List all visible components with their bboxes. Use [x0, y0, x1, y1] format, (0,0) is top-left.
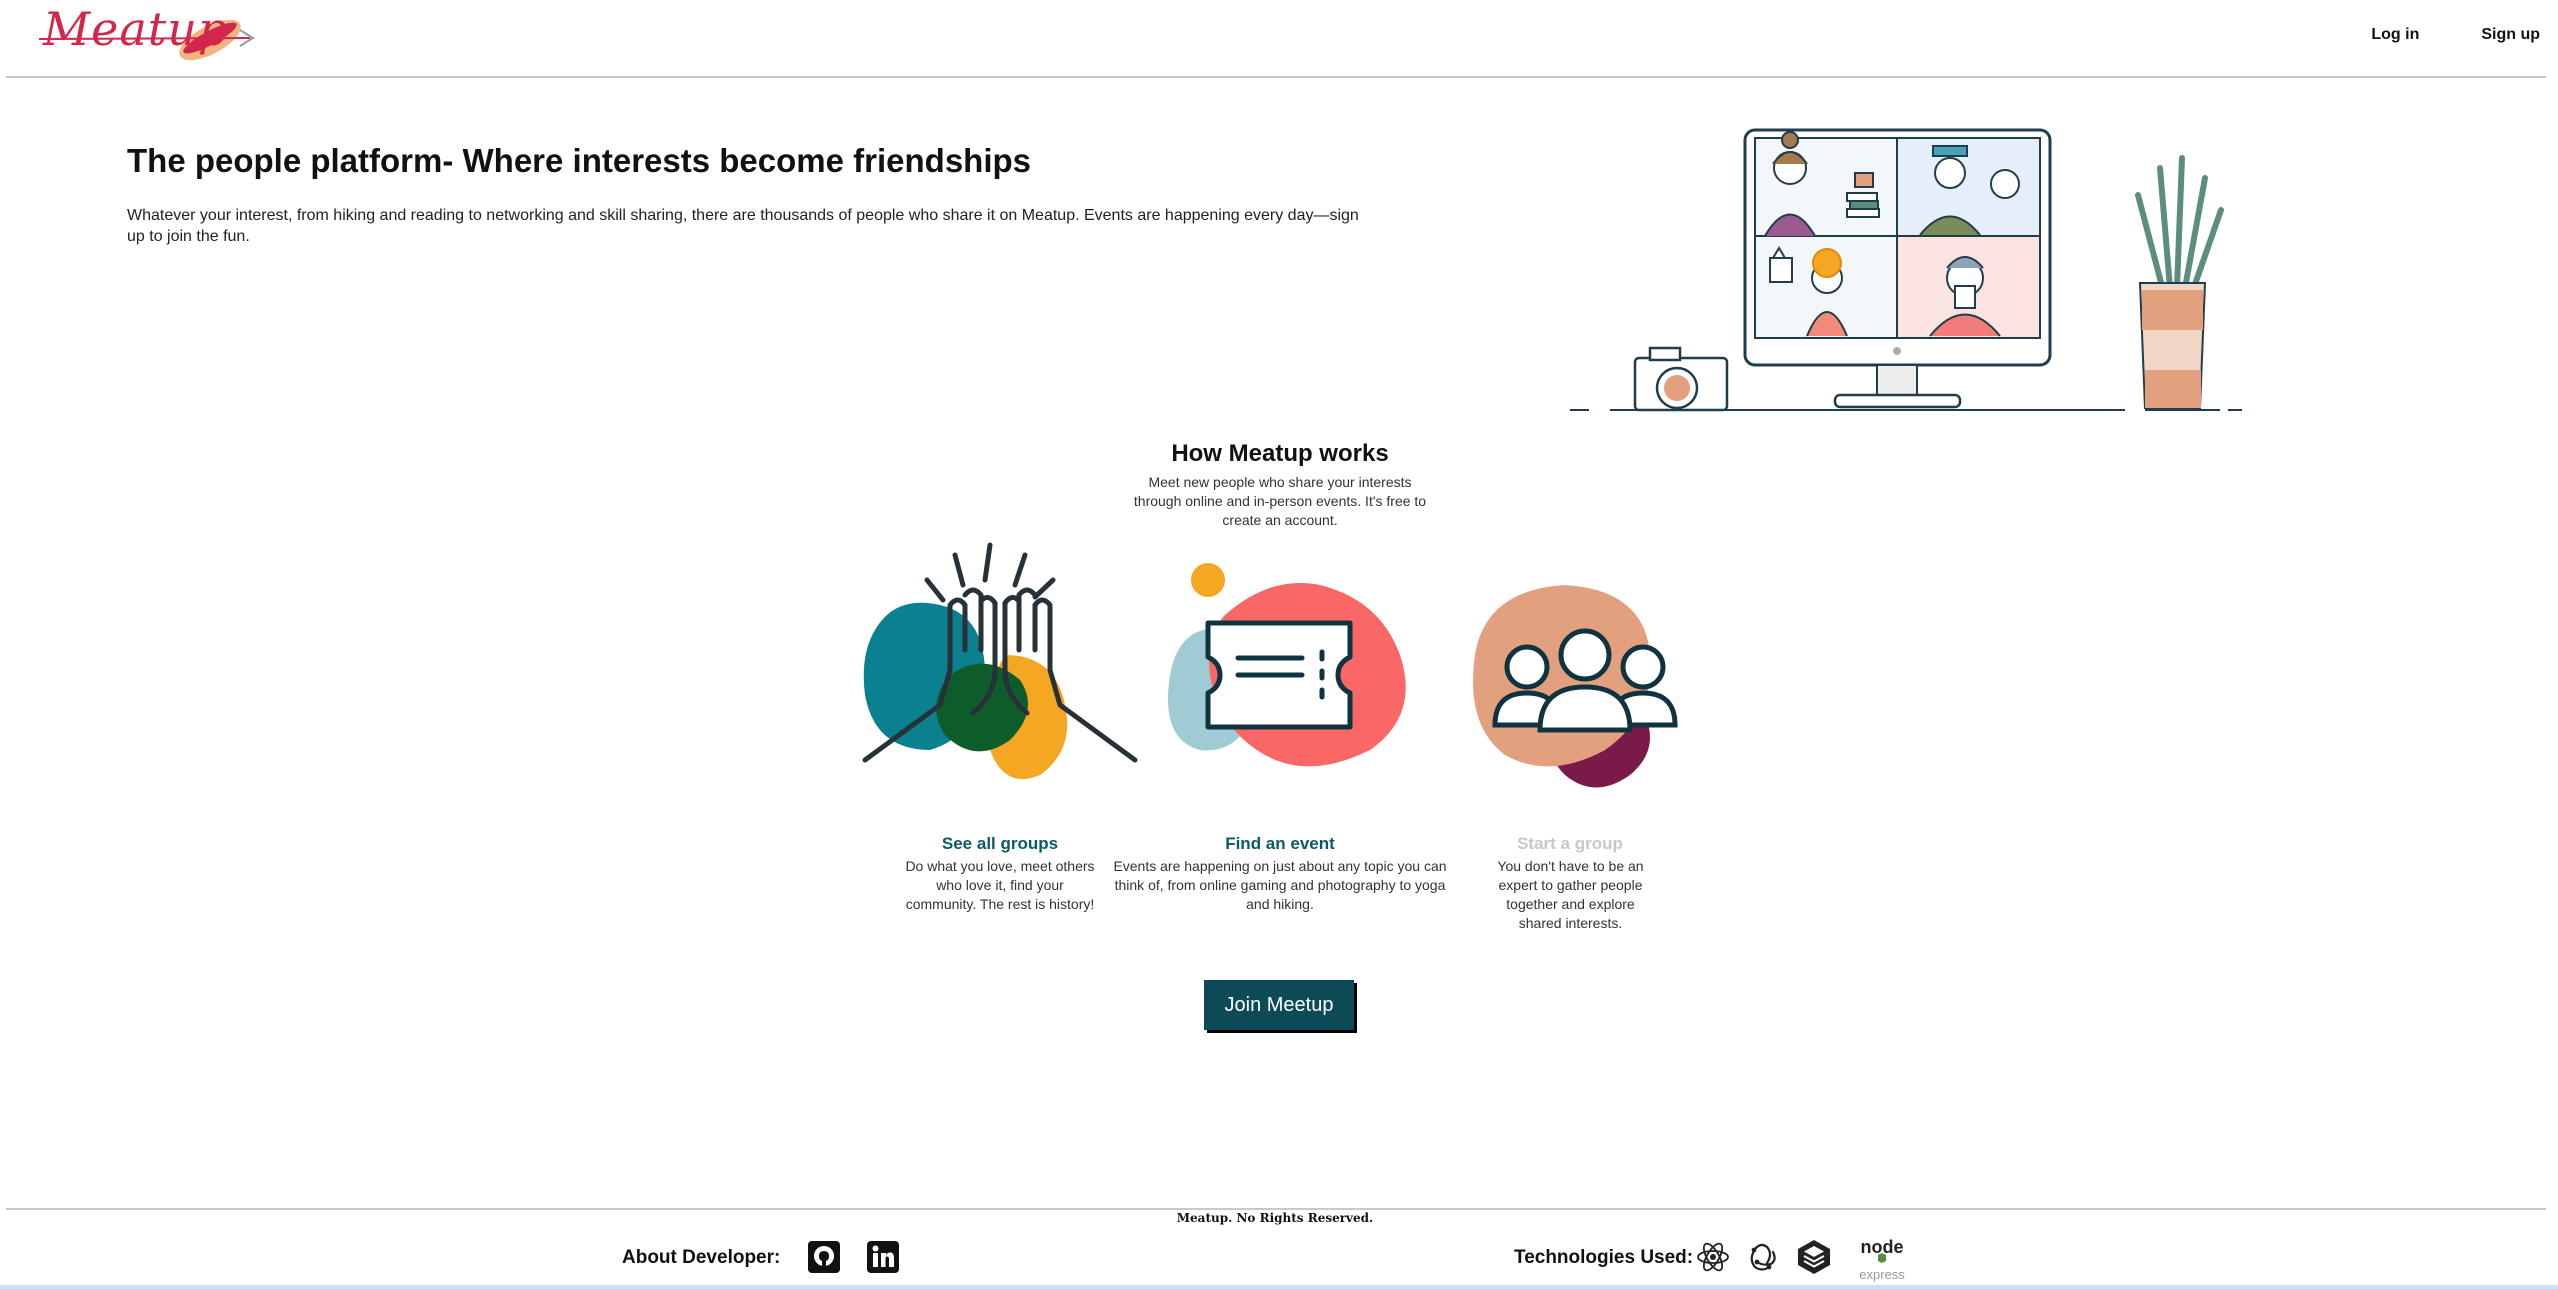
site-header: Meatup Log in Sign up: [0, 0, 2558, 78]
linkedin-icon[interactable]: [866, 1240, 900, 1274]
hero-description: Whatever your interest, from hiking and …: [127, 207, 1359, 245]
hero-title: The people platform- Where interests bec…: [127, 142, 1032, 179]
high-five-icon[interactable]: [855, 535, 1145, 810]
meatup-logo[interactable]: Meatup: [35, 2, 265, 72]
header-divider: [6, 76, 2546, 78]
copyright-text: Meatup. No Rights Reserved.: [1176, 1211, 1374, 1225]
node-express-icon: node express: [1859, 1237, 1905, 1282]
signup-link[interactable]: Sign up: [2481, 26, 2540, 44]
github-icon[interactable]: [807, 1240, 841, 1274]
people-group-icon[interactable]: [1455, 575, 1715, 800]
see-all-groups-link[interactable]: See all groups: [900, 834, 1100, 854]
technologies-label: Technologies Used:: [1514, 1247, 1694, 1268]
redux-icon: [1750, 1243, 1776, 1271]
start-a-group-text: You don't have to be an expert to gather…: [1497, 858, 1644, 931]
logo-text: Meatup: [43, 2, 229, 56]
how-it-works-subtitle: Meet new people who share your interests…: [1133, 474, 1427, 528]
react-icon: [1697, 1242, 1729, 1272]
how-it-works-title: How Meatup works: [1171, 440, 1389, 467]
top-nav: Log in Sign up: [2371, 26, 2540, 44]
about-developer-label: About Developer:: [622, 1247, 781, 1268]
see-all-groups-text: Do what you love, meet others who love i…: [905, 858, 1095, 912]
find-an-event-text: Events are happening on just about any t…: [1113, 858, 1447, 912]
footer-divider: [6, 1208, 2546, 1210]
plant-icon: [2135, 155, 2224, 409]
join-meetup-button[interactable]: Join Meetup: [1204, 980, 1354, 1030]
sequelize-icon: [1798, 1240, 1830, 1274]
video-call-illustration: [1570, 128, 2242, 412]
page-bottom-bar: [0, 1285, 2558, 1289]
ticket-icon[interactable]: [1150, 555, 1415, 780]
find-an-event-link[interactable]: Find an event: [1180, 834, 1380, 854]
express-text: express: [1859, 1267, 1905, 1282]
start-a-group-link[interactable]: Start a group: [1470, 834, 1670, 854]
login-link[interactable]: Log in: [2371, 26, 2419, 44]
camera-icon: [1633, 346, 1729, 412]
